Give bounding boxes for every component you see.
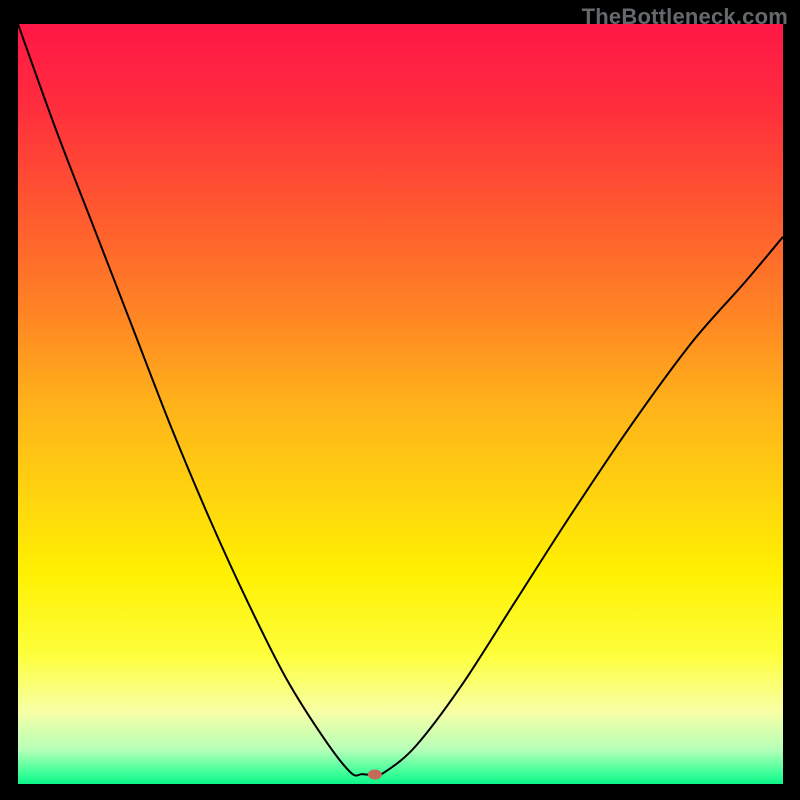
plot-area — [18, 24, 783, 784]
bottleneck-plot — [18, 24, 783, 784]
chart-frame: TheBottleneck.com — [0, 0, 800, 800]
optimal-point-marker — [368, 770, 382, 780]
gradient-background — [18, 24, 783, 784]
